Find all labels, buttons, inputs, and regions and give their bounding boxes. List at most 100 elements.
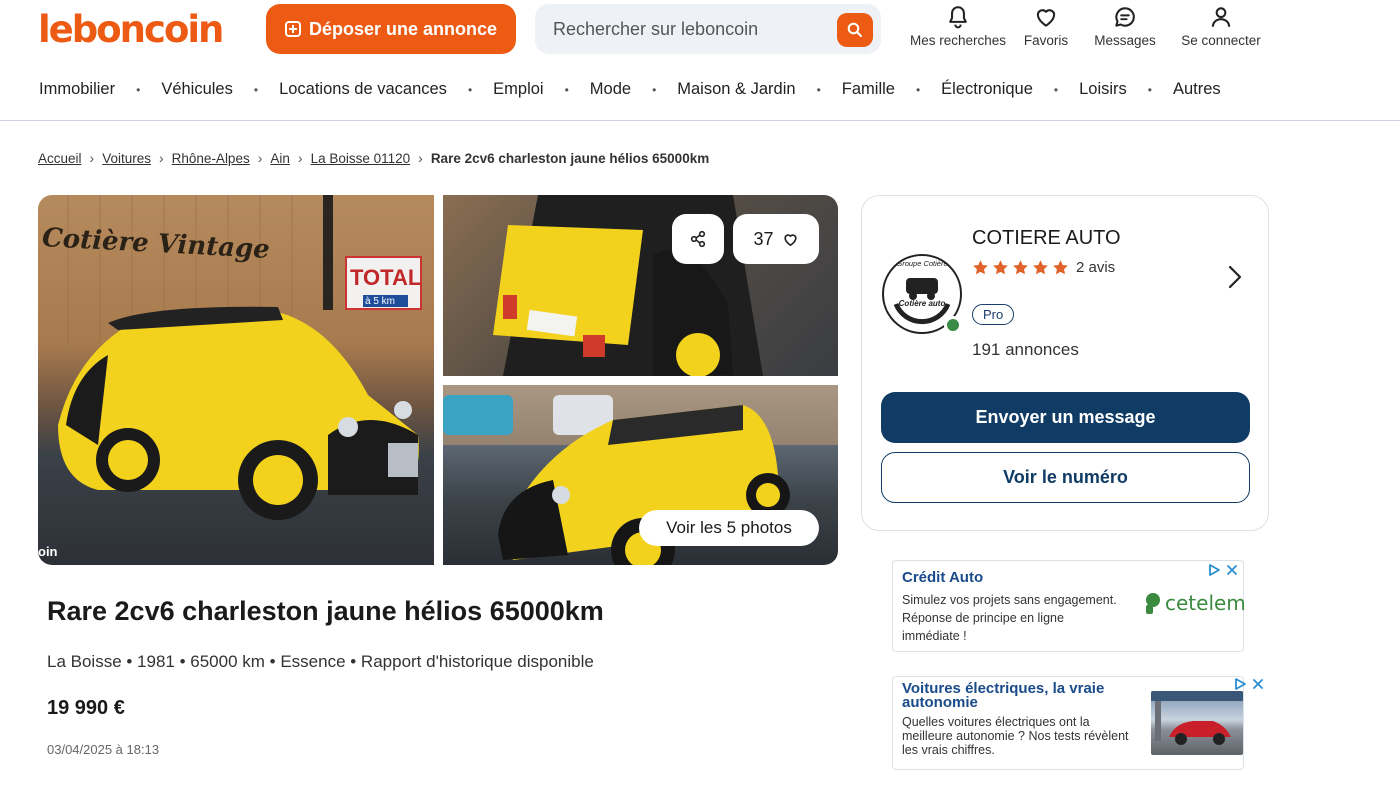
category-loisirs[interactable]: Loisirs xyxy=(1079,80,1127,99)
ad-controls xyxy=(1233,677,1265,691)
separator-dot: • xyxy=(915,82,921,97)
star-icon xyxy=(1013,260,1028,275)
red-car-image xyxy=(1151,691,1243,745)
favorite-button[interactable]: 37 xyxy=(733,214,819,264)
category-maison-jardin[interactable]: Maison & Jardin xyxy=(677,80,795,99)
post-ad-button[interactable]: Déposer une annonce xyxy=(266,4,516,54)
close-icon[interactable] xyxy=(1225,563,1239,577)
ad-body: Simulez vos projets sans engagement. Rép… xyxy=(902,593,1117,643)
ad-controls xyxy=(1207,563,1239,577)
listing-title: Rare 2cv6 charleston jaune hélios 65000k… xyxy=(47,596,604,626)
category-vehicules[interactable]: Véhicules xyxy=(161,80,233,99)
chevron-right-icon: › xyxy=(297,150,303,166)
breadcrumb-link[interactable]: Ain xyxy=(270,151,290,166)
seller-rating[interactable]: 2 avis xyxy=(972,259,1115,276)
heart-icon xyxy=(1036,9,1056,27)
star-icon xyxy=(993,260,1008,275)
header: leboncoin Déposer une annonce Mes recher… xyxy=(0,0,1400,62)
search-icon xyxy=(847,22,862,37)
nav-my-searches-label: Mes recherches xyxy=(909,33,1007,48)
ad-body: Quelles voitures électriques ont la meil… xyxy=(902,715,1129,757)
breadcrumb-link[interactable]: Rhône-Alpes xyxy=(172,151,250,166)
category-immobilier[interactable]: Immobilier xyxy=(39,80,115,99)
send-message-button[interactable]: Envoyer un message xyxy=(881,392,1250,443)
adchoices-icon[interactable] xyxy=(1233,677,1247,691)
chevron-right-icon: › xyxy=(158,150,164,166)
separator-dot: • xyxy=(1147,82,1152,97)
breadcrumb-current: Rare 2cv6 charleston jaune hélios 65000k… xyxy=(430,150,710,166)
star-icon xyxy=(1033,260,1048,275)
seller-card: Groupe Cotière Cotière auto COTIERE AUTO… xyxy=(861,195,1269,531)
breadcrumb-link[interactable]: Accueil xyxy=(38,151,82,166)
favorite-count: 37 xyxy=(753,228,774,249)
category-emploi[interactable]: Emploi xyxy=(493,80,543,99)
seller-logo-top: Groupe Cotière xyxy=(896,259,948,268)
plus-square-icon xyxy=(284,21,301,37)
category-electronique[interactable]: Électronique xyxy=(941,80,1033,99)
category-nav: Immobilier • Véhicules • Locations de va… xyxy=(0,62,1400,121)
ad-title: Crédit Auto xyxy=(902,569,984,586)
nav-my-searches[interactable]: Mes recherches xyxy=(905,4,1011,48)
chevron-right-icon: › xyxy=(257,150,263,166)
total-sign-text: TOTAL xyxy=(350,265,422,290)
post-ad-label: Déposer une annonce xyxy=(308,18,498,39)
category-mode[interactable]: Mode xyxy=(590,80,631,99)
chat-icon xyxy=(1115,7,1135,27)
listing-attributes: La Boisse • 1981 • 65000 km • Essence • … xyxy=(47,652,594,671)
separator-dot: • xyxy=(136,82,141,97)
header-actions: Mes recherches Favoris Messages Se conne… xyxy=(905,4,1273,48)
separator-dot: • xyxy=(816,82,821,97)
search-button[interactable] xyxy=(837,13,873,47)
ad-title: Voitures électriques, la vraie autonomie xyxy=(902,680,1105,711)
pro-badge: Pro xyxy=(972,304,1015,325)
separator-dot: • xyxy=(652,82,657,97)
heart-icon xyxy=(783,233,797,246)
chevron-right-icon[interactable] xyxy=(1227,264,1243,295)
category-autres[interactable]: Autres xyxy=(1173,80,1221,99)
total-sign-subtext: à 5 km xyxy=(365,296,396,307)
adchoices-icon[interactable] xyxy=(1207,563,1221,577)
category-famille[interactable]: Famille xyxy=(842,80,895,99)
cetelem-leaf-icon xyxy=(1146,593,1160,614)
search-input[interactable] xyxy=(553,18,833,40)
separator-dot: • xyxy=(253,82,259,97)
user-icon xyxy=(1211,7,1231,27)
bell-icon xyxy=(949,6,967,29)
watermark-text: oin xyxy=(38,544,58,559)
star-icon xyxy=(973,260,988,275)
separator-dot: • xyxy=(564,82,569,97)
seller-name[interactable]: COTIERE AUTO xyxy=(972,227,1121,250)
star-icon xyxy=(1053,260,1068,275)
breadcrumb: Accueil › Voitures › Rhône-Alpes › Ain ›… xyxy=(38,150,709,166)
separator-dot: • xyxy=(467,82,473,97)
online-status-dot xyxy=(944,316,962,334)
breadcrumb-link[interactable]: La Boisse 01120 xyxy=(311,151,411,166)
close-icon[interactable] xyxy=(1251,677,1265,691)
ad-image xyxy=(1151,691,1243,755)
ad-brand: cetelem xyxy=(1165,591,1246,615)
leboncoin-logo[interactable]: leboncoin xyxy=(38,8,224,51)
see-all-photos-button[interactable]: Voir les 5 photos xyxy=(639,510,819,546)
main-photo[interactable]: oin Cotière Vintage TOTAL à 5 km xyxy=(38,195,434,565)
nav-messages[interactable]: Messages xyxy=(1081,4,1169,48)
search-bar xyxy=(535,4,881,54)
listing-price: 19 990 € xyxy=(47,697,125,719)
seller-logo-bottom: Cotière auto xyxy=(898,299,946,308)
reviews-count: 2 avis xyxy=(1076,259,1116,276)
show-number-button[interactable]: Voir le numéro xyxy=(881,452,1250,503)
share-icon xyxy=(690,230,706,248)
sponsored-ad-credit[interactable]: Crédit Auto Simulez vos projets sans eng… xyxy=(892,560,1246,652)
nav-favorites-label: Favoris xyxy=(1023,33,1069,48)
breadcrumb-link[interactable]: Voitures xyxy=(102,151,151,166)
nav-favorites[interactable]: Favoris xyxy=(1011,4,1081,48)
chevron-right-icon: › xyxy=(89,150,95,166)
category-locations-vacances[interactable]: Locations de vacances xyxy=(279,80,447,99)
chevron-right-icon: › xyxy=(418,150,423,166)
nav-login[interactable]: Se connecter xyxy=(1169,4,1273,48)
seller-listings-count: 191 annonces xyxy=(972,340,1079,359)
nav-messages-label: Messages xyxy=(1094,33,1156,48)
share-button[interactable] xyxy=(672,214,724,264)
listing-date: 03/04/2025 à 18:13 xyxy=(47,742,160,757)
sponsored-ad-electric[interactable]: Voitures électriques, la vraie autonomie… xyxy=(892,676,1263,770)
cetelem-logo: cetelem xyxy=(1143,591,1246,615)
